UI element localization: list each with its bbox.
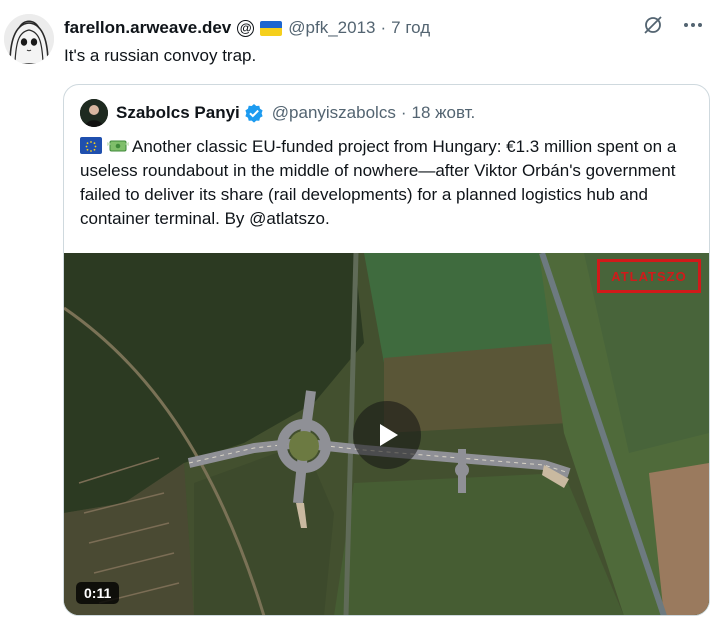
quote-author-name[interactable]: Szabolcs Panyi: [116, 103, 240, 123]
tweet-header: farellon.arweave.dev @ @pfk_2013 · 7 год: [64, 16, 716, 40]
quote-separator: ·: [400, 103, 407, 122]
author-name[interactable]: farellon.arweave.dev: [64, 18, 231, 38]
affiliate-badge-icon: @: [237, 19, 255, 37]
video-player[interactable]: ATLATSZO 0:11: [64, 253, 709, 615]
money-with-wings-icon: [106, 137, 130, 153]
header-separator: ·: [380, 18, 387, 37]
quoted-tweet[interactable]: Szabolcs Panyi @panyiszabolcs · 18 жовт.…: [63, 84, 710, 616]
tweet-text: It's a russian convoy trap.: [64, 46, 257, 65]
avatar[interactable]: [4, 14, 54, 64]
quote-header: Szabolcs Panyi @panyiszabolcs · 18 жовт.: [80, 99, 475, 127]
video-duration: 0:11: [76, 582, 120, 604]
play-button[interactable]: [352, 400, 421, 469]
quote-text-block: Another classic EU-funded project from H…: [80, 135, 695, 231]
tweet-actions: [642, 14, 704, 41]
tweet-time[interactable]: 7 год: [391, 18, 430, 38]
more-icon[interactable]: [682, 14, 704, 41]
ukraine-flag-icon: [260, 20, 283, 36]
grok-icon[interactable]: [642, 14, 664, 41]
quote-author-handle[interactable]: @panyiszabolcs: [272, 103, 396, 123]
verified-badge-icon: [244, 103, 264, 123]
play-icon: [379, 423, 398, 446]
eu-flag-icon: [80, 137, 102, 154]
watermark-logo: ATLATSZO: [597, 259, 701, 293]
watermark-text: ATLATSZO: [611, 268, 687, 284]
quote-text: Another classic EU-funded project from H…: [80, 137, 677, 228]
quote-avatar[interactable]: [80, 99, 108, 127]
author-handle[interactable]: @pfk_2013: [288, 18, 375, 38]
quote-time[interactable]: 18 жовт.: [412, 103, 476, 123]
